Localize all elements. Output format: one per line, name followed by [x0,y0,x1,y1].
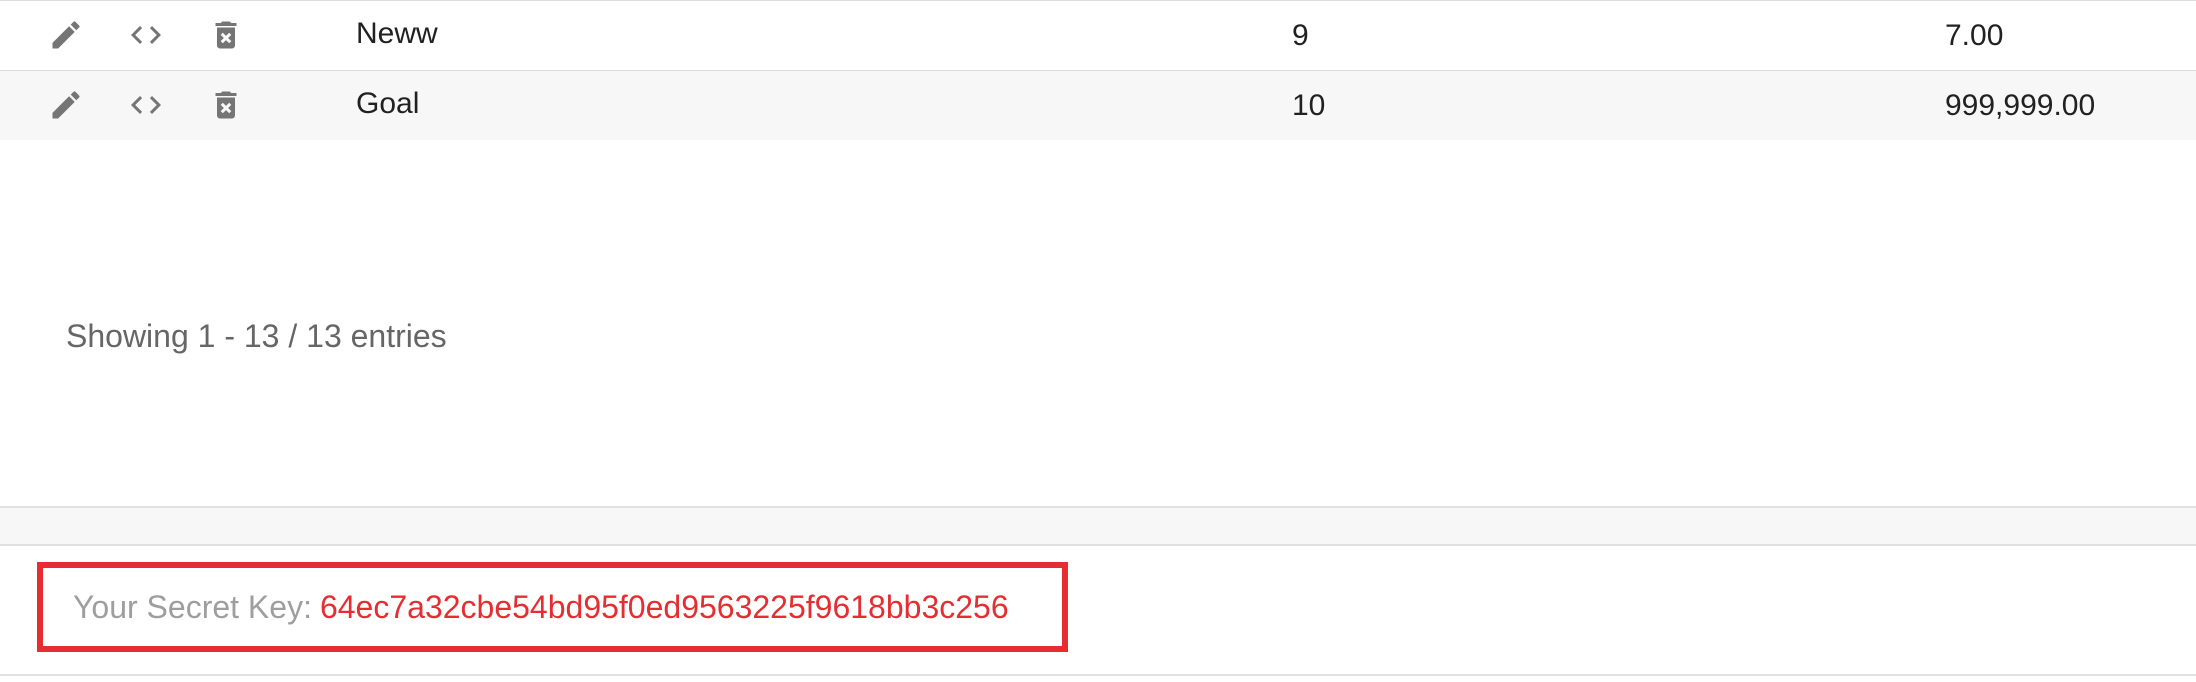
entry-number: 10 [1292,89,1326,122]
entry-amount: 999,999.00 [1945,89,2096,122]
entry-number: 9 [1292,19,1309,52]
entries-table: Neww 9 7.00 Goal 10 999,999.00 [0,0,2196,140]
entry-name: Goal [356,87,420,120]
pagination-info: Showing 1 - 13 / 13 entries [66,318,447,354]
delete-icon[interactable] [206,85,246,125]
table-row: Neww 9 7.00 [0,0,2196,70]
section-divider [0,506,2196,546]
table-row: Goal 10 999,999.00 [0,70,2196,140]
code-icon[interactable] [126,85,166,125]
entry-amount: 7.00 [1945,19,2004,52]
code-icon[interactable] [126,15,166,55]
bottom-divider [0,674,2196,676]
secret-key-highlight: Your Secret Key: 64ec7a32cbe54bd95f0ed95… [37,562,1068,652]
secret-key-label: Your Secret Key: [73,588,312,625]
entry-name: Neww [356,17,438,50]
secret-key-value: 64ec7a32cbe54bd95f0ed9563225f9618bb3c256 [319,588,1009,625]
pencil-icon[interactable] [46,15,86,55]
page: Neww 9 7.00 Goal 10 999,999.00 Showing 1… [0,0,2196,682]
delete-icon[interactable] [206,15,246,55]
pencil-icon[interactable] [46,85,86,125]
